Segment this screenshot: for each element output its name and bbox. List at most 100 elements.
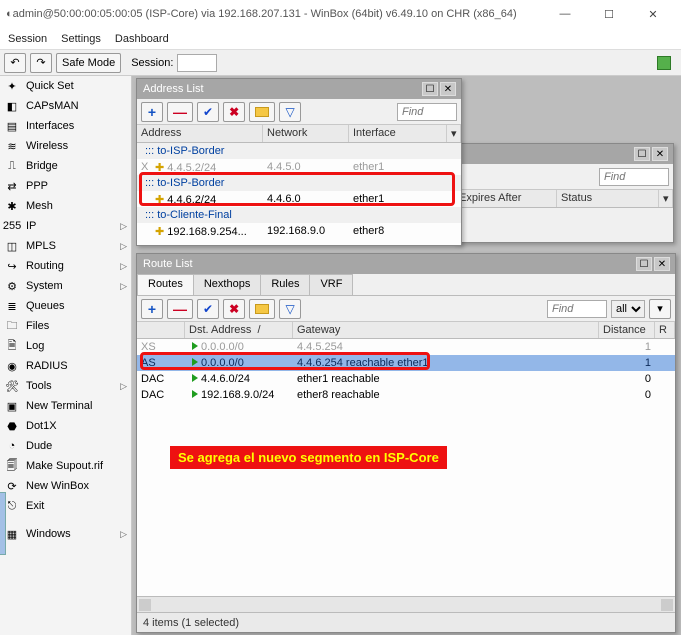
panel-minimize-button[interactable]: ☐ bbox=[422, 82, 438, 96]
col-gateway[interactable]: Gateway bbox=[293, 322, 599, 338]
sidebar-item-mpls[interactable]: ◫ MPLS ▷ bbox=[0, 236, 131, 256]
winbox-tab[interactable]: WinBox bbox=[0, 492, 6, 555]
col-dst[interactable]: Dst. Address / bbox=[185, 322, 293, 338]
sidebar: ✦ Quick Set ◧ CAPsMAN ▤ Interfaces ≋ Wir… bbox=[0, 76, 132, 635]
sidebar-item-make-supout-rif[interactable]: 🗐 Make Supout.rif bbox=[0, 456, 131, 476]
col-address[interactable]: Address bbox=[137, 125, 263, 142]
tab-rules[interactable]: Rules bbox=[260, 274, 310, 295]
address-row[interactable]: ✚ 192.168.9.254... 192.168.9.0 ether8 bbox=[137, 223, 461, 239]
sidebar-item-wireless[interactable]: ≋ Wireless bbox=[0, 136, 131, 156]
sidebar-item-windows[interactable]: ▦ Windows ▷ bbox=[0, 524, 131, 544]
col-distance[interactable]: Distance bbox=[599, 322, 655, 338]
col-network[interactable]: Network bbox=[263, 125, 349, 142]
main-toolbar: ↶ ↷ Safe Mode Session: bbox=[0, 50, 681, 76]
sidebar-item-system[interactable]: ⚙ System ▷ bbox=[0, 276, 131, 296]
address-group[interactable]: ::: to-ISP-Border bbox=[137, 175, 461, 191]
tab-nexthops[interactable]: Nexthops bbox=[193, 274, 261, 295]
sidebar-item-files[interactable]: 🗀 Files bbox=[0, 316, 131, 336]
sidebar-item-label: Make Supout.rif bbox=[26, 460, 103, 472]
find-input[interactable] bbox=[397, 103, 457, 121]
horizontal-scrollbar[interactable] bbox=[137, 596, 675, 612]
sidebar-item-log[interactable]: 🗎 Log bbox=[0, 336, 131, 356]
comment-button[interactable] bbox=[249, 299, 275, 319]
sidebar-item-dude[interactable]: ◔ Dude bbox=[0, 436, 131, 456]
sidebar-item-bridge[interactable]: ⎍ Bridge bbox=[0, 156, 131, 176]
menu-dashboard[interactable]: Dashboard bbox=[115, 33, 169, 45]
find-input[interactable] bbox=[547, 300, 607, 318]
route-row[interactable]: XS 0.0.0.0/0 4.4.5.254 1 bbox=[137, 339, 675, 355]
session-label: Session: bbox=[131, 57, 173, 69]
panel-minimize-button[interactable]: ☐ bbox=[636, 257, 652, 271]
panel-minimize-button[interactable]: ☐ bbox=[634, 147, 650, 161]
redo-button[interactable]: ↷ bbox=[30, 53, 52, 73]
col-status[interactable]: Status bbox=[557, 190, 659, 207]
sidebar-item-label: MPLS bbox=[26, 240, 56, 252]
close-button[interactable]: ✕ bbox=[631, 0, 675, 28]
sidebar-item-new-terminal[interactable]: ▣ New Terminal bbox=[0, 396, 131, 416]
remove-button[interactable]: — bbox=[167, 299, 193, 319]
panel-close-button[interactable]: ✕ bbox=[654, 257, 670, 271]
route-row[interactable]: AS 0.0.0.0/0 4.4.6.254 reachable ether1 … bbox=[137, 355, 675, 371]
col-menu-button[interactable]: ▾ bbox=[659, 190, 673, 207]
filter-button[interactable]: ▽ bbox=[279, 102, 301, 122]
sidebar-item-label: New Terminal bbox=[26, 400, 92, 412]
address-group[interactable]: ::: to-ISP-Border bbox=[137, 143, 461, 159]
address-group[interactable]: ::: to-Cliente-Final bbox=[137, 207, 461, 223]
menu-settings[interactable]: Settings bbox=[61, 33, 101, 45]
disable-button[interactable]: ✖ bbox=[223, 299, 245, 319]
queues-icon: ≣ bbox=[4, 298, 20, 314]
dropdown-button[interactable]: ▾ bbox=[649, 299, 671, 319]
chevron-icon: ▷ bbox=[120, 221, 127, 232]
sidebar-item-quick-set[interactable]: ✦ Quick Set bbox=[0, 76, 131, 96]
menu-session[interactable]: Session bbox=[8, 33, 47, 45]
sidebar-item-capsman[interactable]: ◧ CAPsMAN bbox=[0, 96, 131, 116]
sidebar-item-radius[interactable]: ◉ RADIUS bbox=[0, 356, 131, 376]
sidebar-item-label: Exit bbox=[26, 500, 44, 512]
panel-close-button[interactable]: ✕ bbox=[652, 147, 668, 161]
undo-button[interactable]: ↶ bbox=[4, 53, 26, 73]
route-row[interactable]: DAC 4.4.6.0/24 ether1 reachable 0 bbox=[137, 371, 675, 387]
panel-close-button[interactable]: ✕ bbox=[440, 82, 456, 96]
sidebar-item-new-winbox[interactable]: ⟳ New WinBox bbox=[0, 476, 131, 496]
col-expires[interactable]: Expires After bbox=[455, 190, 557, 207]
sidebar-item-routing[interactable]: ↪ Routing ▷ bbox=[0, 256, 131, 276]
enable-button[interactable]: ✔ bbox=[197, 102, 219, 122]
sidebar-item-label: Windows bbox=[26, 528, 71, 540]
add-button[interactable]: + bbox=[141, 299, 163, 319]
folder-icon bbox=[255, 107, 269, 117]
sidebar-item-label: Queues bbox=[26, 300, 65, 312]
sidebar-item-queues[interactable]: ≣ Queues bbox=[0, 296, 131, 316]
address-row[interactable]: X ✚ 4.4.5.2/24 4.4.5.0 ether1 bbox=[137, 159, 461, 175]
col-r[interactable]: R bbox=[655, 322, 675, 338]
sidebar-item-ip[interactable]: 255 IP ▷ bbox=[0, 216, 131, 236]
session-input[interactable] bbox=[177, 54, 217, 72]
address-list-title[interactable]: Address List ☐ ✕ bbox=[137, 79, 461, 99]
maximize-button[interactable]: ☐ bbox=[587, 0, 631, 28]
disable-button[interactable]: ✖ bbox=[223, 102, 245, 122]
tab-routes[interactable]: Routes bbox=[137, 274, 194, 295]
sidebar-item-exit[interactable]: ⎋ Exit bbox=[0, 496, 131, 516]
filter-button[interactable]: ▽ bbox=[279, 299, 301, 319]
find-input[interactable] bbox=[599, 168, 669, 186]
sidebar-item-tools[interactable]: 🛠 Tools ▷ bbox=[0, 376, 131, 396]
sidebar-item-mesh[interactable]: ✱ Mesh bbox=[0, 196, 131, 216]
minimize-button[interactable]: — bbox=[543, 0, 587, 28]
sidebar-item-dot1x[interactable]: ⬣ Dot1X bbox=[0, 416, 131, 436]
comment-button[interactable] bbox=[249, 102, 275, 122]
address-row[interactable]: ✚ 4.4.6.2/24 4.4.6.0 ether1 bbox=[137, 191, 461, 207]
chevron-icon: ▷ bbox=[120, 241, 127, 252]
col-interface[interactable]: Interface bbox=[349, 125, 447, 142]
tab-vrf[interactable]: VRF bbox=[309, 274, 353, 295]
enable-button[interactable]: ✔ bbox=[197, 299, 219, 319]
background-panel-title[interactable]: ☐ ✕ bbox=[455, 144, 673, 164]
filter-select[interactable]: all bbox=[611, 300, 645, 318]
col-menu-button[interactable]: ▾ bbox=[447, 125, 461, 142]
add-button[interactable]: + bbox=[141, 102, 163, 122]
route-row[interactable]: DAC 192.168.9.0/24 ether8 reachable 0 bbox=[137, 387, 675, 403]
sidebar-item-interfaces[interactable]: ▤ Interfaces bbox=[0, 116, 131, 136]
route-list-title[interactable]: Route List ☐ ✕ bbox=[137, 254, 675, 274]
sidebar-item-ppp[interactable]: ⇄ PPP bbox=[0, 176, 131, 196]
dot1x-icon: ⬣ bbox=[4, 418, 20, 434]
safe-mode-button[interactable]: Safe Mode bbox=[56, 53, 121, 73]
remove-button[interactable]: — bbox=[167, 102, 193, 122]
